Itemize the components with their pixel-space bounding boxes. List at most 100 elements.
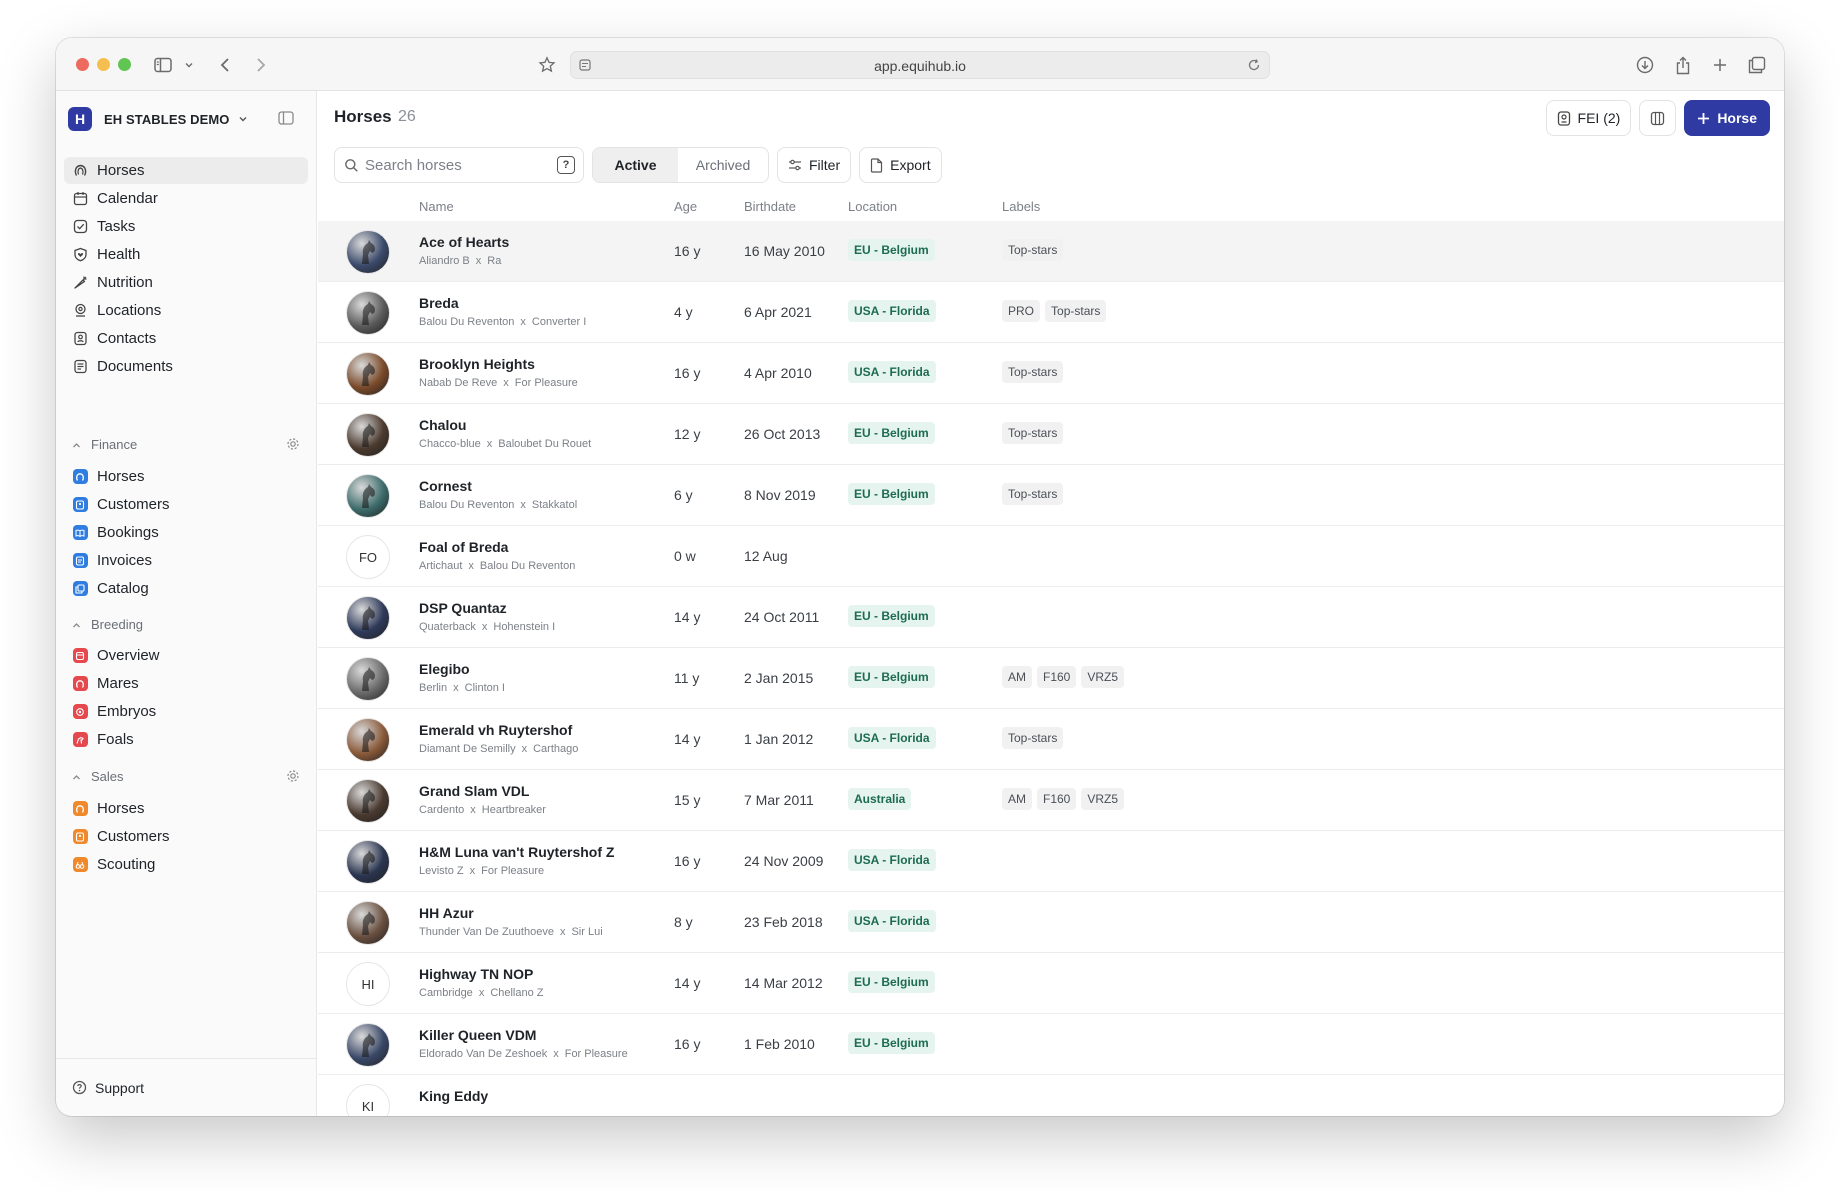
sidebar-item-label: Calendar xyxy=(97,190,158,207)
sidebar-item-finance-customers[interactable]: Customers xyxy=(64,491,308,518)
sidebar-item-horses[interactable]: Horses xyxy=(64,157,308,184)
gear-icon[interactable] xyxy=(286,769,300,786)
cross-separator: x xyxy=(486,438,493,450)
share-icon[interactable] xyxy=(1670,52,1696,78)
header-actions: FEI (2) Horse xyxy=(1545,100,1770,136)
sidebar-item-breeding-overview[interactable]: Overview xyxy=(64,642,308,669)
workspace-switcher[interactable]: H EH STABLES DEMO xyxy=(68,105,248,133)
sidebar-item-finance-horses[interactable]: Horses xyxy=(64,463,308,490)
address-bar[interactable]: app.equihub.io xyxy=(570,51,1270,79)
cross-separator: x xyxy=(468,560,474,572)
column-header-location[interactable]: Location xyxy=(848,199,897,214)
sidebar-item-breeding-mares[interactable]: Mares xyxy=(64,670,308,697)
sidebar-item-finance-invoices[interactable]: Invoices xyxy=(64,547,308,574)
columns-button[interactable] xyxy=(1639,100,1677,136)
column-header-age[interactable]: Age xyxy=(674,199,697,214)
table-row[interactable]: HH Azur Thunder Van De Zuuthoeve x Sir Lui 8… xyxy=(318,892,1784,953)
search-input[interactable] xyxy=(365,156,545,174)
section-title: Sales xyxy=(91,768,124,784)
plus-icon xyxy=(1697,112,1710,125)
minimize-window-button[interactable] xyxy=(97,58,110,71)
column-header-labels[interactable]: Labels xyxy=(1002,199,1040,214)
maximize-window-button[interactable] xyxy=(118,58,131,71)
list-toolbar: ? Active Archived Filter Export xyxy=(334,147,942,183)
fei-button[interactable]: FEI (2) xyxy=(1545,100,1632,136)
horseshoe-icon xyxy=(72,163,88,179)
horse-head-icon xyxy=(362,484,375,508)
sidebar-item-finance-bookings[interactable]: Bookings xyxy=(64,519,308,546)
dam-name: Stakkatol xyxy=(531,499,578,511)
dam-name: For Pleasure xyxy=(481,865,545,877)
search-help-icon[interactable]: ? xyxy=(557,156,575,174)
sidebar-item-documents[interactable]: Documents xyxy=(64,353,308,380)
support-link[interactable]: Support xyxy=(56,1058,316,1116)
chevron-down-icon[interactable] xyxy=(176,52,202,78)
main-content: Horses 26 FEI (2) Horse ? Active xyxy=(318,91,1784,1116)
sidebar-item-breeding-embryos[interactable]: Embryos xyxy=(64,698,308,725)
export-button[interactable]: Export xyxy=(859,147,942,183)
forward-arrow-icon[interactable] xyxy=(248,52,274,78)
table-row[interactable]: KI King Eddy xyxy=(318,1075,1784,1116)
table-row[interactable]: Elegibo Berlin x Clinton I 11 y 2 Jan 2015 EU … xyxy=(318,648,1784,709)
sidebar-item-contacts[interactable]: Contacts xyxy=(64,325,308,352)
table-row[interactable]: FO Foal of Breda Artichaut x Balou Du Revent… xyxy=(318,526,1784,587)
section-header-breeding[interactable]: Breeding xyxy=(64,611,308,637)
add-horse-button[interactable]: Horse xyxy=(1684,100,1770,136)
column-header-name[interactable]: Name xyxy=(419,199,454,214)
horse-birthdate: 4 Apr 2010 xyxy=(744,365,812,381)
chevron-up-icon xyxy=(72,617,81,632)
sidebar-item-health[interactable]: Health xyxy=(64,241,308,268)
location-badge: USA - Florida xyxy=(848,361,936,383)
horse-lineage: Eldorado Van De Zeshoek x For Pleasure xyxy=(419,1048,628,1060)
app-sidebar: H EH STABLES DEMO Horses Calendar Tasks xyxy=(56,91,317,1116)
sidebar-item-sales-customers[interactable]: Customers xyxy=(64,823,308,850)
table-row[interactable]: Chalou Chacco-blue x Baloubet Du Rouet 12 y 2… xyxy=(318,404,1784,465)
tab-archived[interactable]: Archived xyxy=(678,148,768,182)
table-row[interactable]: Ace of Hearts Aliandro B x Ra 16 y 16 May 201… xyxy=(318,221,1784,282)
reload-icon[interactable] xyxy=(1247,58,1261,72)
sidebar-item-tasks[interactable]: Tasks xyxy=(64,213,308,240)
horse-photo-avatar xyxy=(346,230,390,274)
sidebar-item-nutrition[interactable]: Nutrition xyxy=(64,269,308,296)
table-row[interactable]: Emerald vh Ruytershof Diamant De Semilly x… xyxy=(318,709,1784,770)
fei-label: FEI (2) xyxy=(1577,110,1621,126)
close-window-button[interactable] xyxy=(76,58,89,71)
filter-button[interactable]: Filter xyxy=(777,147,852,183)
sidebar-item-finance-catalog[interactable]: Catalog xyxy=(64,575,308,602)
horse-name: Emerald vh Ruytershof xyxy=(419,722,573,738)
sidebar-item-calendar[interactable]: Calendar xyxy=(64,185,308,212)
tab-overview-icon[interactable] xyxy=(1744,52,1770,78)
table-row[interactable]: DSP Quantaz Quaterback x Hohenstein I 14 y 24… xyxy=(318,587,1784,648)
sidebar-item-sales-scouting[interactable]: Scouting xyxy=(64,851,308,878)
table-row[interactable]: Brooklyn Heights Nabab De Reve x For Pleasu… xyxy=(318,343,1784,404)
tab-active[interactable]: Active xyxy=(593,148,678,182)
horse-birthdate: 6 Apr 2021 xyxy=(744,304,812,320)
sidebar-item-locations[interactable]: Locations xyxy=(64,297,308,324)
sidebar-item-label: Contacts xyxy=(97,330,157,347)
location-badge: EU - Belgium xyxy=(848,605,935,627)
sidebar-item-breeding-foals[interactable]: Foals xyxy=(64,726,308,753)
section-header-finance[interactable]: Finance xyxy=(64,431,308,457)
table-row[interactable]: Breda Balou Du Reventon x Converter I 4 y 6 A… xyxy=(318,282,1784,343)
gear-icon[interactable] xyxy=(286,437,300,454)
dam-name: For Pleasure xyxy=(514,377,578,389)
download-icon[interactable] xyxy=(1632,52,1658,78)
main-nav: Horses Calendar Tasks Health Nutrition L… xyxy=(64,157,308,381)
table-row[interactable]: Cornest Balou Du Reventon x Stakkatol 6 y 8 N… xyxy=(318,465,1784,526)
status-toggle: Active Archived xyxy=(592,147,769,183)
section-header-sales[interactable]: Sales xyxy=(64,763,308,789)
back-arrow-icon[interactable] xyxy=(212,52,238,78)
column-header-birthdate[interactable]: Birthdate xyxy=(744,199,796,214)
sidebar-toggle-icon[interactable] xyxy=(150,52,176,78)
bookmark-star-icon[interactable] xyxy=(534,52,560,78)
table-row[interactable]: HI Highway TN NOP Cambridge x Chellano Z 14 y… xyxy=(318,953,1784,1014)
collapse-sidebar-icon[interactable] xyxy=(278,111,294,130)
table-row[interactable]: Grand Slam VDL Cardento x Heartbreaker 15 y 7… xyxy=(318,770,1784,831)
table-row[interactable]: Killer Queen VDM Eldorado Van De Zeshoek x… xyxy=(318,1014,1784,1075)
new-tab-plus-icon[interactable] xyxy=(1707,52,1733,78)
avatar-initials: FO xyxy=(346,535,390,579)
labels-cell: AM F160 VRZ5 xyxy=(1002,666,1125,688)
sidebar-item-sales-horses[interactable]: Horses xyxy=(64,795,308,822)
table-row[interactable]: H&M Luna van't Ruytershof Z Levisto Z x For… xyxy=(318,831,1784,892)
sidebar-item-label: Invoices xyxy=(97,552,153,569)
